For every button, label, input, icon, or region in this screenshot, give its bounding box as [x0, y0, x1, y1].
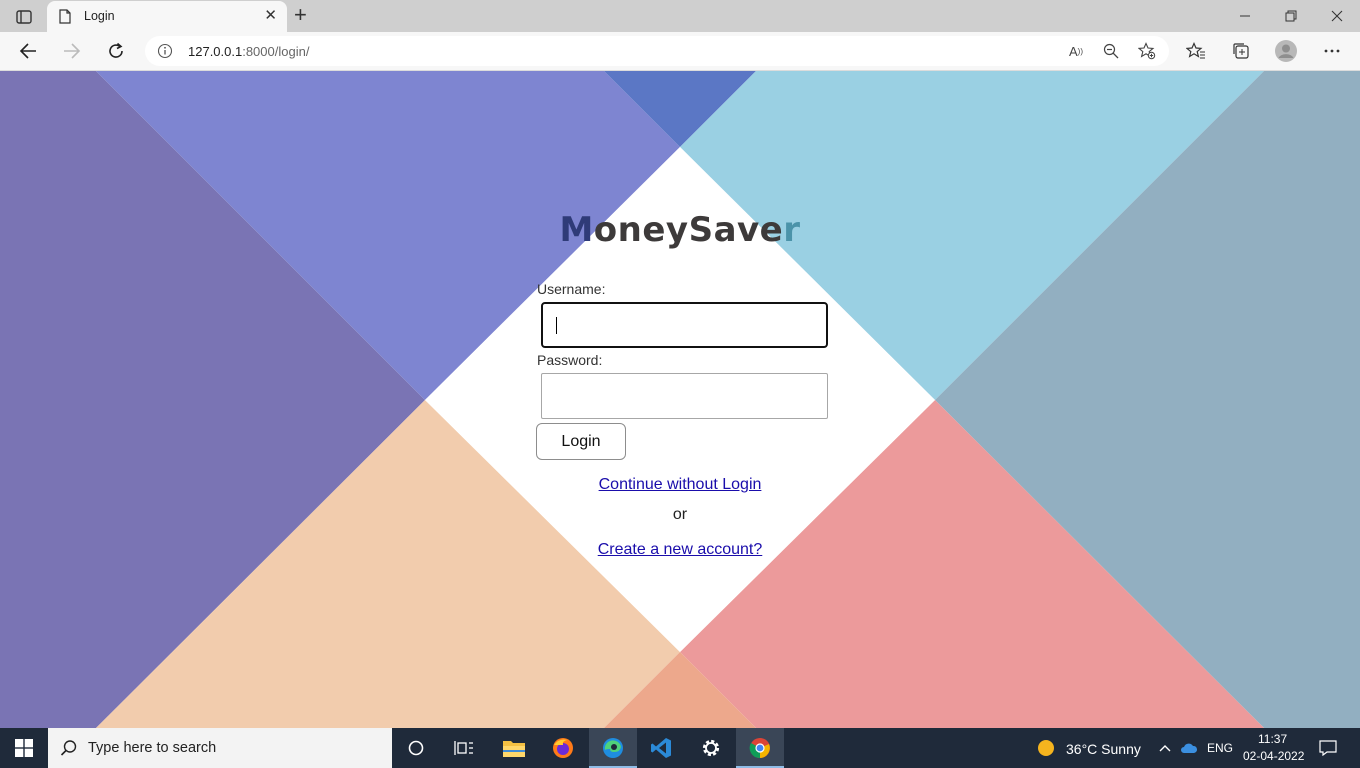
address-bar[interactable]: 127.0.0.1:8000/login/ A)): [145, 36, 1169, 66]
search-placeholder: Type here to search: [88, 740, 217, 756]
collections-icon[interactable]: [1229, 40, 1253, 62]
settings-gear-icon[interactable]: [687, 728, 735, 768]
read-aloud-icon[interactable]: A)): [1067, 42, 1085, 60]
continue-without-login-link: Continue without Login: [0, 476, 1360, 494]
create-account-link: Create a new account?: [0, 541, 1360, 559]
username-label: Username:: [537, 281, 606, 297]
file-explorer-icon[interactable]: [490, 728, 538, 768]
add-favorite-icon[interactable]: [1138, 42, 1156, 60]
weather-sun-icon[interactable]: [1036, 738, 1056, 758]
clock-date[interactable]: 02-04-2022: [1243, 749, 1304, 763]
zoom-out-icon[interactable]: [1102, 42, 1120, 60]
new-tab-icon[interactable]: +: [294, 4, 307, 26]
continue-link-text[interactable]: Continue without Login: [599, 476, 762, 493]
notification-icon[interactable]: [1318, 738, 1338, 758]
create-link-text[interactable]: Create a new account?: [598, 541, 763, 558]
text-caret: [556, 317, 557, 334]
onedrive-cloud-icon[interactable]: [1179, 738, 1199, 758]
password-input[interactable]: [541, 373, 828, 419]
or-separator: or: [672, 506, 688, 523]
profile-icon[interactable]: [1274, 40, 1298, 62]
clock-time[interactable]: 11:37: [1258, 732, 1287, 746]
chevron-up-icon[interactable]: [1155, 738, 1175, 758]
login-button[interactable]: Login: [536, 423, 626, 460]
close-tab-icon[interactable]: ✕: [264, 8, 277, 24]
chrome-icon[interactable]: [736, 728, 784, 768]
refresh-icon[interactable]: [104, 40, 128, 62]
page-icon: [59, 9, 71, 24]
language-indicator[interactable]: ENG: [1207, 741, 1233, 755]
windows-start-icon[interactable]: [0, 728, 48, 768]
browser-toolbar: 127.0.0.1:8000/login/ A)): [0, 32, 1360, 71]
favorites-icon[interactable]: [1184, 40, 1208, 62]
task-view-icon[interactable]: [440, 728, 488, 768]
restore-icon[interactable]: [1279, 6, 1303, 26]
app-logo: MoneySaver: [559, 210, 801, 250]
browser-tabstrip: Login ✕ +: [0, 0, 1360, 32]
url-text: 127.0.0.1:8000/login/: [188, 44, 310, 59]
site-info-icon[interactable]: [157, 43, 173, 59]
weather-text[interactable]: 36°C Sunny: [1066, 741, 1141, 757]
taskbar: Type here to search 36°C Sunny ENG 11:37…: [0, 728, 1360, 768]
close-window-icon[interactable]: [1325, 6, 1349, 26]
tab-title: Login: [84, 9, 115, 23]
minimize-icon[interactable]: [1233, 6, 1257, 26]
username-input[interactable]: [541, 302, 828, 348]
taskbar-search-box[interactable]: Type here to search: [48, 728, 392, 768]
edge-icon[interactable]: [589, 728, 637, 768]
more-menu-icon[interactable]: [1320, 40, 1344, 62]
forward-arrow-icon[interactable]: [60, 40, 84, 62]
tab-actions-icon[interactable]: [10, 6, 38, 28]
cortana-icon[interactable]: [392, 728, 440, 768]
search-icon: [60, 739, 78, 757]
firefox-icon[interactable]: [539, 728, 587, 768]
back-arrow-icon[interactable]: [16, 40, 40, 62]
password-label: Password:: [537, 352, 603, 368]
vscode-icon[interactable]: [637, 728, 685, 768]
page-viewport: MoneySaver Username: Password: Login Con…: [0, 71, 1360, 728]
browser-tab[interactable]: Login ✕: [47, 1, 287, 32]
